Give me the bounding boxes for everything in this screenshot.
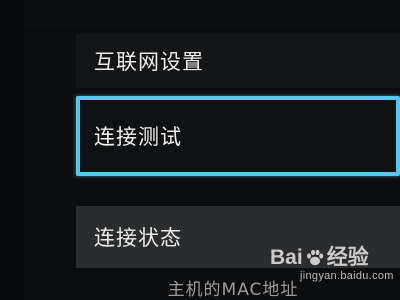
watermark-brand-left: Bai: [270, 246, 303, 269]
menu-item-label: 互联网设置: [94, 50, 204, 74]
top-area: [0, 0, 400, 28]
watermark-url: jingyan.baidu.com: [300, 270, 394, 282]
menu-item-internet-settings[interactable]: 互联网设置: [76, 34, 400, 88]
settings-screen: 互联网设置 连接测试 连接状态 主机的MAC地址 Bai 经验 jingyan.…: [0, 0, 400, 300]
left-strip: [0, 0, 24, 300]
menu-item-connection-test[interactable]: 连接测试: [76, 96, 400, 176]
baidu-paw-icon: [306, 249, 323, 266]
menu-item-label: 连接测试: [94, 125, 182, 149]
menu-item-label: 连接状态: [94, 226, 182, 250]
watermark-logo: Bai 经验: [270, 246, 390, 270]
baidu-jingyan-watermark: Bai 经验 jingyan.baidu.com: [270, 246, 394, 294]
watermark-brand-right: 经验: [326, 246, 369, 269]
